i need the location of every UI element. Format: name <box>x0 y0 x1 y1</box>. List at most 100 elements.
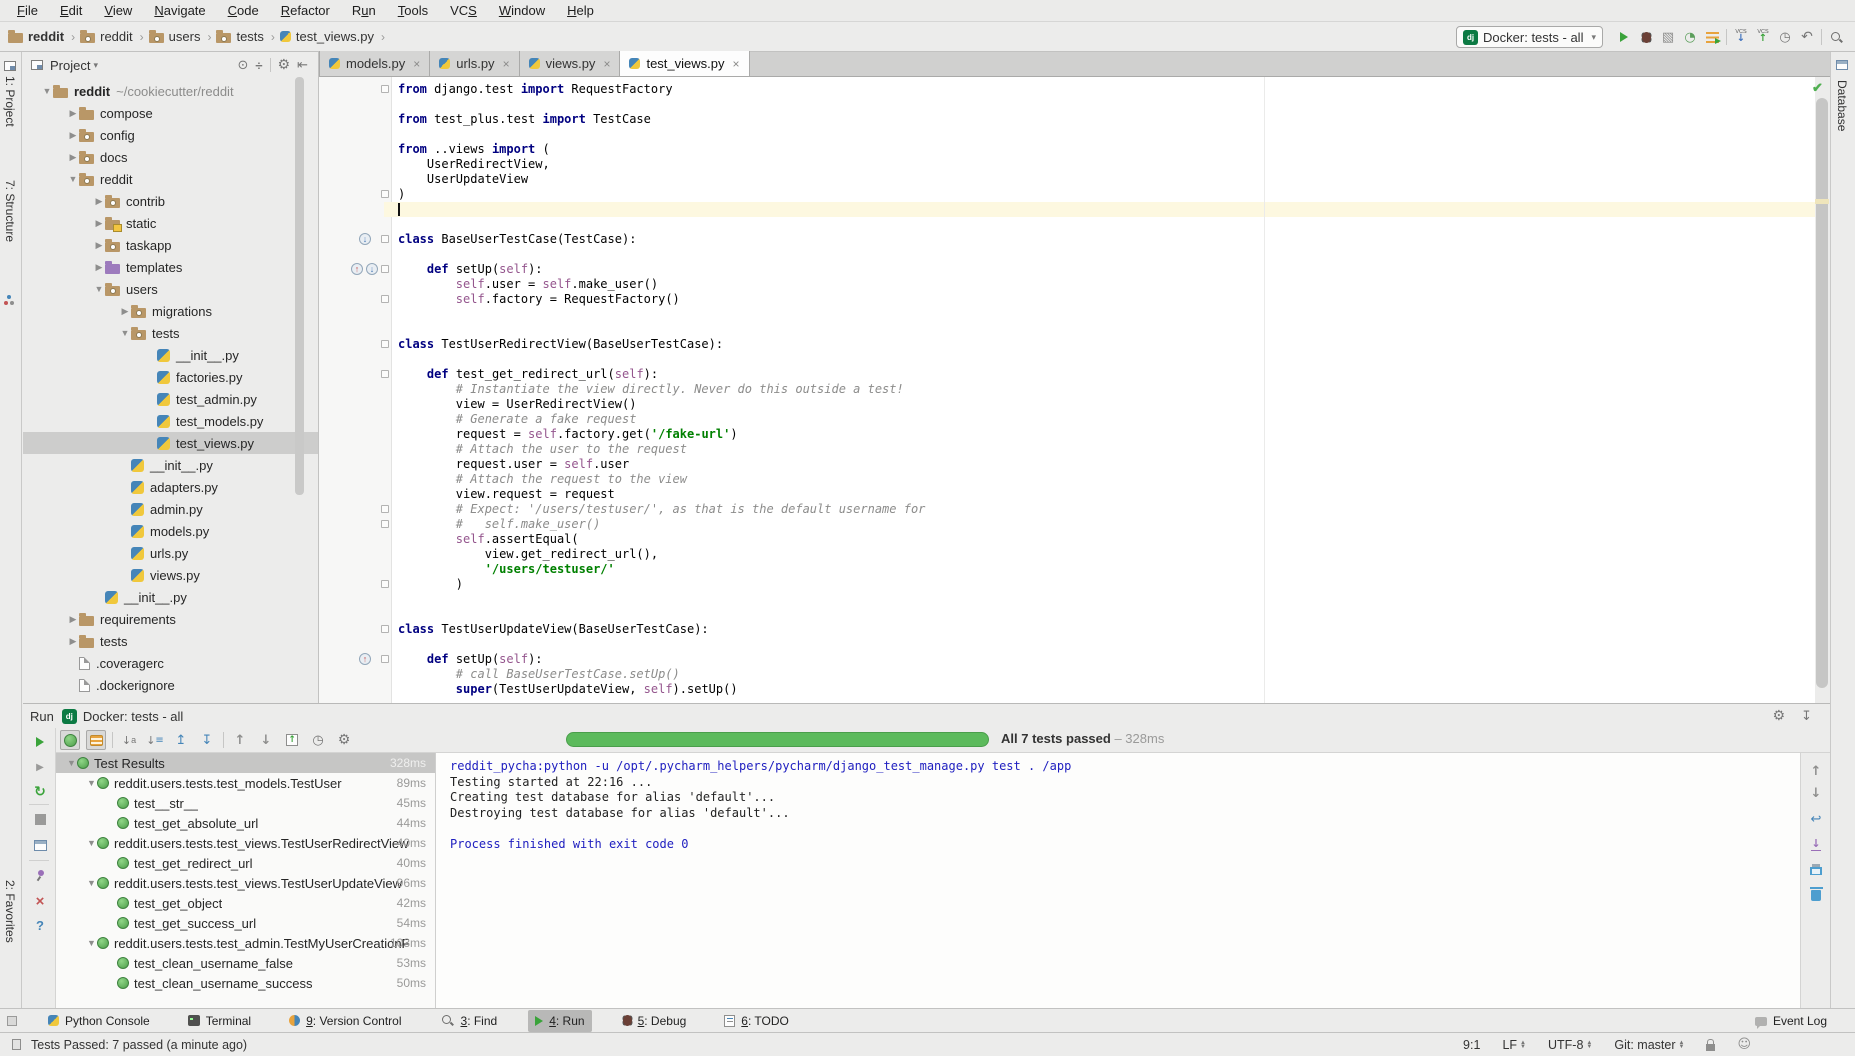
sort-by-duration-button[interactable] <box>145 730 165 750</box>
tool-button-todo[interactable]: 6: TODO <box>717 1010 796 1032</box>
project-tree-item[interactable]: test_models.py <box>23 410 318 432</box>
scroll-up-button[interactable] <box>1808 763 1824 779</box>
project-tree-item[interactable]: __init__.py <box>23 454 318 476</box>
menu-tools[interactable]: Tools <box>387 1 439 20</box>
project-tree-item[interactable]: ▶requirements <box>23 608 318 630</box>
breadcrumb-item[interactable]: reddit <box>80 29 133 44</box>
project-tree-item[interactable]: ▶tests <box>23 630 318 652</box>
menu-help[interactable]: Help <box>556 1 605 20</box>
event-log-button[interactable]: Event Log <box>1755 1014 1827 1028</box>
project-tree-item[interactable]: ▶static <box>23 212 318 234</box>
rerun-failed-button[interactable] <box>31 758 49 776</box>
tree-toggle-icon[interactable]: ▶ <box>119 306 131 317</box>
inspections-profile-icon[interactable] <box>1737 1037 1751 1052</box>
fold-marker-icon[interactable] <box>381 520 389 528</box>
toggle-auto-test-button[interactable] <box>31 783 49 801</box>
run-console[interactable]: reddit_pycha:python -u /opt/.pycharm_hel… <box>436 753 1800 1008</box>
project-tree-item[interactable]: __init__.py <box>23 586 318 608</box>
fold-marker-icon[interactable] <box>381 295 389 303</box>
run-with-coverage-button[interactable] <box>1701 26 1723 48</box>
project-tree-item[interactable]: factories.py <box>23 366 318 388</box>
test-tree-item[interactable]: test_get_object42ms <box>56 893 435 913</box>
tree-toggle-icon[interactable]: ▶ <box>93 240 105 251</box>
code[interactable]: from django.test import RequestFactory f… <box>392 82 1812 697</box>
help-button[interactable] <box>31 916 49 934</box>
test-tree-item[interactable]: test__str__45ms <box>56 793 435 813</box>
tool-window-switcher-ic on[interactable] <box>7 1016 17 1026</box>
menu-file[interactable]: File <box>6 1 49 20</box>
vcs-commit-button[interactable]: VCS↑ <box>1752 26 1774 48</box>
project-tree-item[interactable]: views.py <box>23 564 318 586</box>
breadcrumb-item[interactable]: reddit <box>8 29 64 44</box>
project-tree-item[interactable]: ▶migrations <box>23 300 318 322</box>
tool-button-python-console[interactable]: Python Console <box>41 1010 157 1032</box>
tree-toggle-icon[interactable]: ▼ <box>67 174 79 184</box>
tree-toggle-icon[interactable]: ▶ <box>67 130 79 141</box>
rerun-button[interactable] <box>31 733 49 751</box>
menu-run[interactable]: Run <box>341 1 387 20</box>
menu-navigate[interactable]: Navigate <box>143 1 216 20</box>
editor-tab-models-py[interactable]: models.py× <box>319 51 430 76</box>
previous-failed-test-button[interactable] <box>230 730 250 750</box>
project-tree-item[interactable]: .dockerignore <box>23 674 318 696</box>
project-tree-item[interactable]: test_admin.py <box>23 388 318 410</box>
project-tree-item[interactable]: __init__.py <box>23 344 318 366</box>
implement-marker-icon[interactable]: ↓ <box>359 233 371 245</box>
fold-marker-icon[interactable] <box>381 370 389 378</box>
project-scrollbar[interactable] <box>295 77 304 495</box>
close-icon[interactable]: × <box>413 57 420 71</box>
search-everywhere-button[interactable] <box>1825 26 1847 48</box>
breadcrumb-item[interactable]: tests <box>216 29 263 44</box>
breadcrumb-item[interactable]: users <box>149 29 201 44</box>
override-marker-icon[interactable]: ↑ <box>359 653 371 665</box>
vcs-update-button[interactable]: VCS↓ <box>1730 26 1752 48</box>
line-separator-select[interactable]: LF▲▼ <box>1502 1038 1526 1052</box>
tree-toggle-icon[interactable]: ▼ <box>86 838 97 848</box>
test-history-button[interactable] <box>308 730 328 750</box>
tool-button-find[interactable]: 3: Find <box>433 1010 505 1032</box>
git-branch-select[interactable]: Git: master▲▼ <box>1614 1038 1684 1052</box>
menu-view[interactable]: View <box>93 1 143 20</box>
tree-toggle-icon[interactable]: ▼ <box>41 86 53 96</box>
fold-marker-icon[interactable] <box>381 265 389 273</box>
incoming-changes-icon[interactable] <box>1774 26 1796 48</box>
encoding-select[interactable]: UTF-8▲▼ <box>1548 1038 1592 1052</box>
restore-layout-button[interactable] <box>31 836 49 854</box>
profiler-button[interactable] <box>1679 26 1701 48</box>
project-tree-item[interactable]: ▶compose <box>23 102 318 124</box>
tool-button-terminal[interactable]: Terminal <box>181 1010 258 1032</box>
debug-button[interactable] <box>1635 26 1657 48</box>
test-tree-item[interactable]: test_clean_username_success50ms <box>56 973 435 993</box>
tree-toggle-icon[interactable]: ▶ <box>67 152 79 163</box>
fold-marker-icon[interactable] <box>381 505 389 513</box>
project-tree-item[interactable]: ▶config <box>23 124 318 146</box>
stop-button[interactable] <box>31 810 49 828</box>
close-button[interactable] <box>31 892 49 910</box>
menu-edit[interactable]: Edit <box>49 1 93 20</box>
show-passed-toggle[interactable] <box>60 730 80 750</box>
menu-window[interactable]: Window <box>488 1 556 20</box>
tool-button-version-control[interactable]: 9: Version Control <box>282 1010 408 1032</box>
inspections-ok-icon[interactable]: ✔ <box>1812 80 1823 96</box>
gear-icon[interactable] <box>1773 708 1786 724</box>
project-tree-item[interactable]: ▶templates <box>23 256 318 278</box>
project-tree-item[interactable]: ▶contrib <box>23 190 318 212</box>
settings-icon[interactable] <box>334 730 354 750</box>
pin-tab-button[interactable] <box>31 866 49 884</box>
run-configuration-select[interactable]: dj Docker: tests - all ▾ <box>1456 26 1603 48</box>
tree-toggle-icon[interactable]: ▶ <box>67 614 79 625</box>
caret-position[interactable]: 9:1 <box>1463 1038 1480 1052</box>
scroll-down-button[interactable] <box>1808 785 1824 801</box>
test-tree-item[interactable]: ▼Test Results328ms <box>56 753 435 773</box>
hide-panel-icon[interactable] <box>297 58 308 73</box>
project-tree-item[interactable]: ▼tests <box>23 322 318 344</box>
editor-tab-urls-py[interactable]: urls.py× <box>430 51 519 76</box>
test-tree-item[interactable]: test_get_redirect_url40ms <box>56 853 435 873</box>
project-tree-item[interactable]: ▶taskapp <box>23 234 318 256</box>
collapse-all-icon[interactable] <box>255 58 262 73</box>
close-icon[interactable]: × <box>603 57 610 71</box>
project-tree-item[interactable]: test_views.py <box>23 432 318 454</box>
tree-toggle-icon[interactable]: ▼ <box>66 758 77 768</box>
tool-button-run[interactable]: 4: Run <box>528 1010 591 1032</box>
tool-button-structure[interactable]: 7: Structure <box>3 180 17 242</box>
